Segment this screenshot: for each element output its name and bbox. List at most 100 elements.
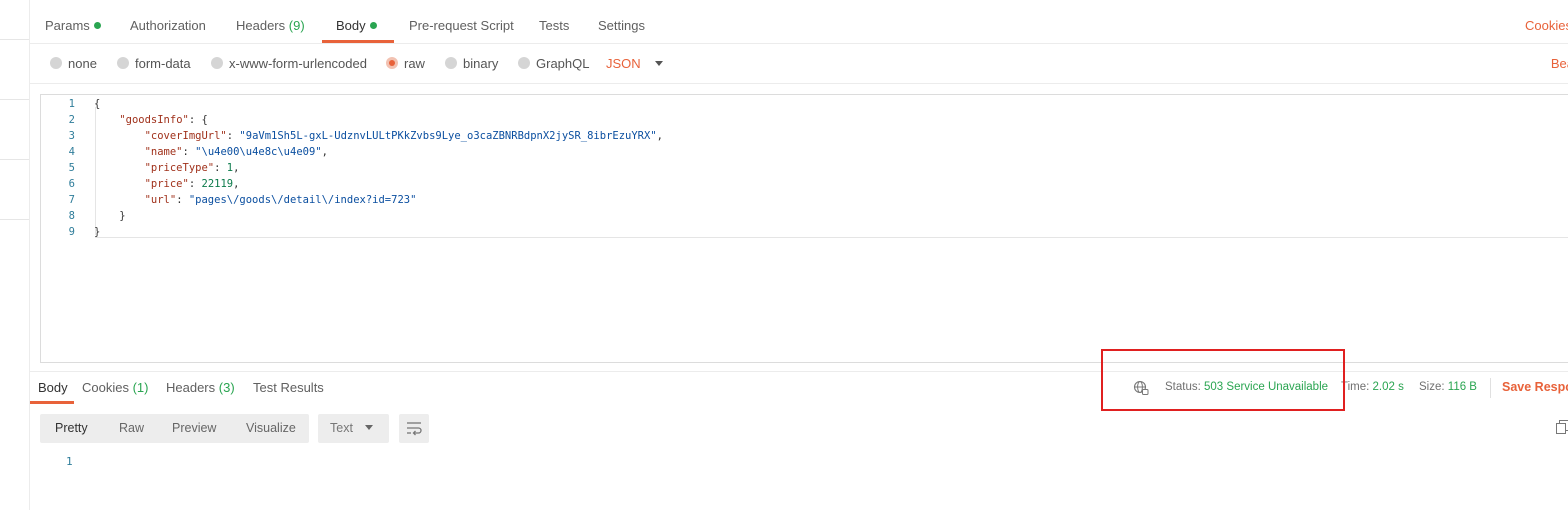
body-type-selector: none form-data x-www-form-urlencoded raw… bbox=[30, 44, 1568, 84]
tab-headers[interactable]: Headers (9) bbox=[236, 18, 305, 33]
json-key: "priceType" bbox=[144, 162, 215, 174]
json-key: "price" bbox=[144, 178, 189, 190]
json-punctuation bbox=[94, 130, 145, 142]
json-punctuation: { bbox=[94, 98, 101, 110]
tab-count: (9) bbox=[288, 18, 305, 33]
radio-x-www-form-urlencoded[interactable]: x-www-form-urlencoded bbox=[211, 56, 367, 71]
highlight-annotation-box bbox=[1101, 349, 1345, 411]
copy-icon[interactable] bbox=[1556, 420, 1568, 434]
tab-params[interactable]: Params bbox=[45, 18, 101, 33]
format-select[interactable]: JSON bbox=[606, 56, 663, 71]
divider bbox=[1490, 378, 1491, 398]
json-punctuation bbox=[94, 178, 145, 190]
view-raw-button[interactable]: Raw bbox=[119, 421, 144, 435]
line-number: 9 bbox=[68, 226, 75, 238]
tab-authorization[interactable]: Authorization bbox=[130, 18, 206, 33]
code-text: "coverImgUrl": "9aVm1Sh5L-gxL-UdznvLULtP… bbox=[94, 128, 663, 144]
json-key: "name" bbox=[144, 146, 183, 158]
tab-label: Pre-request Script bbox=[409, 18, 514, 33]
json-key: "goodsInfo" bbox=[119, 114, 189, 126]
radio-label: x-www-form-urlencoded bbox=[229, 56, 367, 71]
radio-raw[interactable]: raw bbox=[386, 56, 425, 71]
json-punctuation: , bbox=[233, 178, 240, 190]
response-tab-body[interactable]: Body bbox=[38, 380, 68, 395]
json-punctuation: , bbox=[321, 146, 328, 158]
json-punctuation: : bbox=[182, 146, 196, 158]
size-value: 116 B bbox=[1447, 381, 1477, 393]
radio-label: form-data bbox=[135, 56, 191, 71]
wrap-lines-button[interactable] bbox=[399, 414, 429, 443]
code-text: } bbox=[94, 224, 100, 240]
chevron-down-icon bbox=[364, 425, 373, 430]
status-dot bbox=[93, 22, 101, 29]
line-number: 2 bbox=[68, 114, 75, 126]
json-key: "coverImgUrl" bbox=[144, 130, 227, 142]
size-info: Size: 116 B bbox=[1419, 381, 1477, 393]
request-body-editor[interactable]: 1 {2 "goodsInfo": {3 "coverImgUrl": "9aVm… bbox=[40, 94, 1568, 363]
wrap-lines-icon bbox=[407, 422, 422, 436]
response-format-select[interactable]: Text bbox=[318, 414, 389, 443]
time-value: 2.02 s bbox=[1372, 381, 1404, 393]
tab-label: Headers bbox=[166, 380, 216, 395]
line-number: 8 bbox=[68, 210, 75, 222]
radio-circle-selected bbox=[386, 57, 398, 69]
radio-circle bbox=[211, 57, 223, 69]
tab-label: Body bbox=[38, 380, 68, 395]
view-mode-group: Pretty Raw Preview Visualize bbox=[40, 414, 309, 443]
tab-settings[interactable]: Settings bbox=[598, 18, 645, 33]
json-string: "9aVm1Sh5L-gxL-UdznvLULtPKkZvbs9Lye_o3ca… bbox=[239, 130, 657, 142]
json-punctuation bbox=[94, 194, 145, 206]
line-number: 3 bbox=[68, 130, 75, 142]
json-string: "\u4e00\u4e8c\u4e09" bbox=[195, 146, 322, 158]
sidebar-divider bbox=[0, 39, 29, 40]
tab-pre-request-script[interactable]: Pre-request Script bbox=[409, 18, 514, 33]
radio-form-data[interactable]: form-data bbox=[117, 56, 191, 71]
json-punctuation bbox=[94, 162, 145, 174]
code-text: } bbox=[94, 208, 125, 224]
tab-label: Authorization bbox=[130, 18, 206, 33]
radio-binary[interactable]: binary bbox=[445, 56, 498, 71]
view-pretty-button[interactable]: Pretty bbox=[55, 421, 88, 435]
radio-none[interactable]: none bbox=[50, 56, 97, 71]
chevron-down-icon bbox=[654, 61, 663, 66]
radio-graphql[interactable]: GraphQL bbox=[518, 56, 589, 71]
code-text: "priceType": 1, bbox=[94, 160, 240, 176]
format-select-value: JSON bbox=[606, 56, 641, 71]
json-punctuation bbox=[94, 146, 145, 158]
sidebar-divider bbox=[0, 219, 29, 220]
json-punctuation: : bbox=[188, 178, 202, 190]
tab-label: Headers bbox=[236, 18, 286, 33]
left-sidebar-strip bbox=[0, 0, 30, 510]
tab-tests[interactable]: Tests bbox=[539, 18, 569, 33]
response-tab-cookies[interactable]: Cookies (1) bbox=[82, 380, 148, 395]
response-format-value: Text bbox=[330, 421, 353, 435]
line-number: 6 bbox=[68, 178, 75, 190]
response-tab-headers[interactable]: Headers (3) bbox=[166, 380, 235, 395]
tab-label: Cookies bbox=[82, 380, 129, 395]
cookies-link[interactable]: Cookies bbox=[1525, 18, 1568, 33]
view-visualize-button[interactable]: Visualize bbox=[246, 421, 296, 435]
radio-label: raw bbox=[404, 56, 425, 71]
beautify-link[interactable]: Bea bbox=[1551, 56, 1568, 71]
tab-count: (1) bbox=[132, 380, 149, 395]
save-response-button[interactable]: Save Respo bbox=[1502, 380, 1568, 394]
line-number: 5 bbox=[68, 162, 75, 174]
json-string: "pages\/goods\/detail\/index?id=723" bbox=[188, 194, 417, 206]
code-text: { bbox=[94, 96, 100, 112]
time-label: Time: bbox=[1341, 381, 1370, 393]
json-punctuation: , bbox=[233, 162, 240, 174]
tab-body[interactable]: Body bbox=[336, 18, 377, 33]
radio-label: GraphQL bbox=[536, 56, 590, 71]
response-line-number: 1 bbox=[66, 455, 73, 468]
code-text: "goodsInfo": { bbox=[94, 112, 208, 128]
time-info: Time: 2.02 s bbox=[1341, 381, 1404, 393]
active-tab-indicator bbox=[322, 40, 394, 43]
json-punctuation: } bbox=[94, 226, 101, 238]
line-number: 7 bbox=[68, 194, 75, 206]
response-tab-test-results[interactable]: Test Results bbox=[253, 380, 324, 395]
json-number: 22119 bbox=[201, 178, 234, 190]
code-text: "price": 22119, bbox=[94, 176, 240, 192]
code-text: "url": "pages\/goods\/detail\/index?id=7… bbox=[94, 192, 417, 208]
view-preview-button[interactable]: Preview bbox=[172, 421, 216, 435]
json-punctuation: : bbox=[176, 194, 189, 206]
